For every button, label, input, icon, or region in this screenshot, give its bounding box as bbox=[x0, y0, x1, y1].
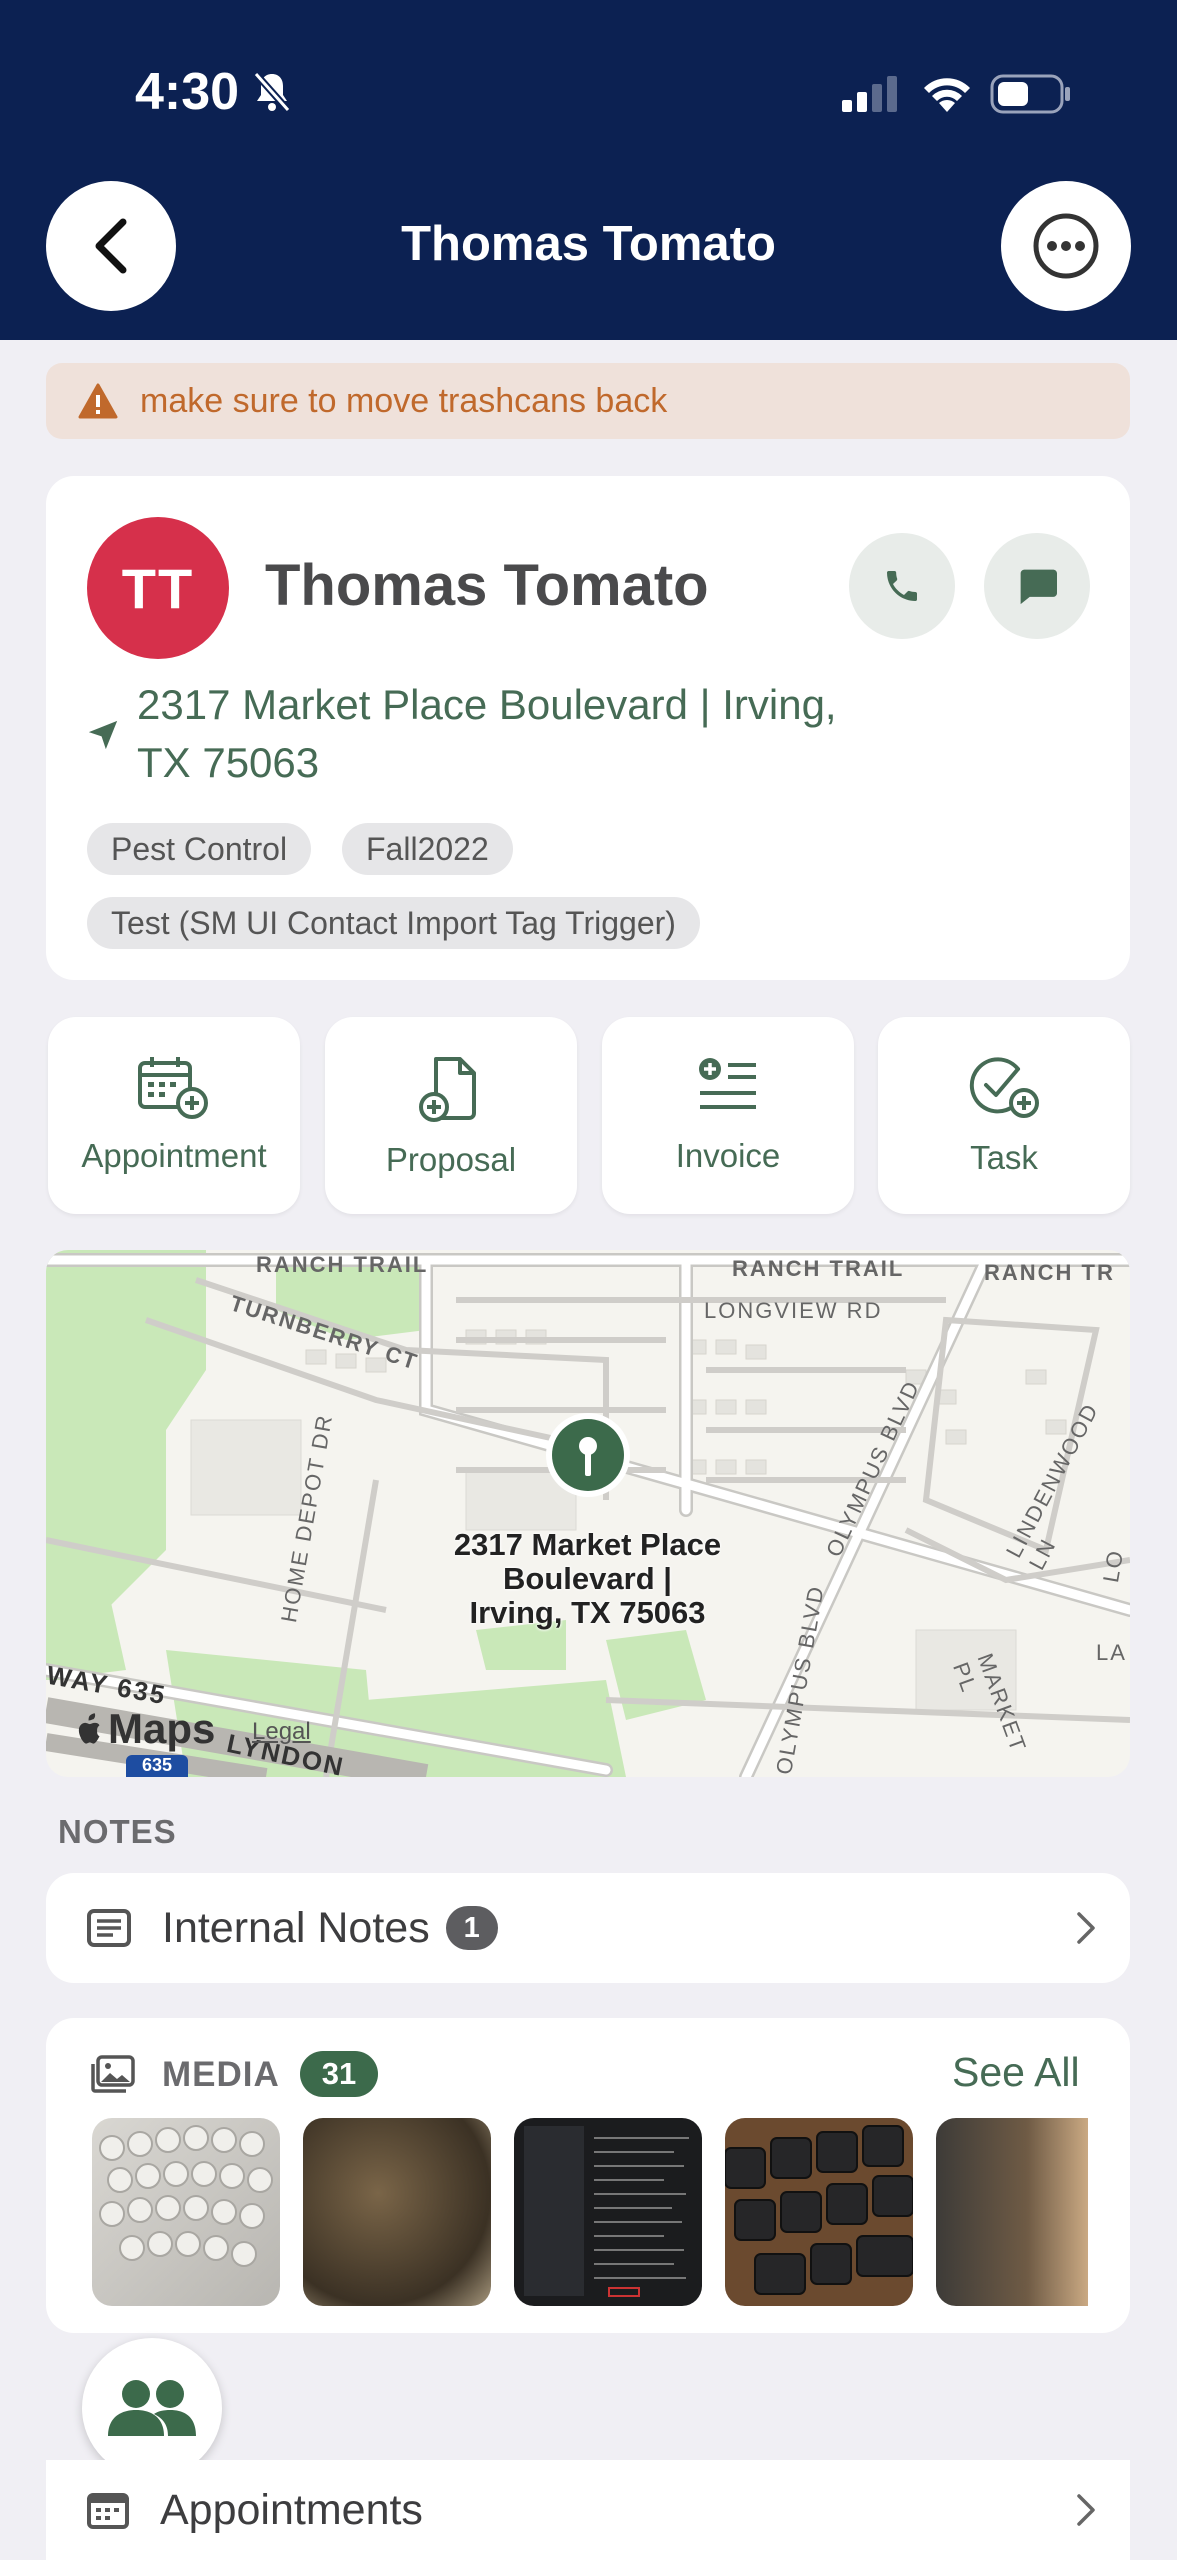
appointments-label: Appointments bbox=[160, 2485, 423, 2534]
new-appointment-button[interactable]: Appointment bbox=[48, 1017, 300, 1214]
wifi-icon bbox=[924, 78, 970, 112]
status-time: 4:30 bbox=[135, 63, 240, 121]
media-thumbnail[interactable] bbox=[92, 2118, 280, 2306]
notes-icon bbox=[87, 1909, 131, 1947]
tag-test-import: Test (SM UI Contact Import Tag Trigger) bbox=[87, 897, 700, 949]
action-label-proposal: Proposal bbox=[385, 1141, 517, 1178]
apple-maps-logo: Maps bbox=[76, 1705, 215, 1753]
street-label: RANCH TRAIL bbox=[256, 1252, 429, 1277]
ellipsis-circle-icon bbox=[1033, 213, 1099, 279]
action-label-invoice: Invoice bbox=[675, 1137, 781, 1174]
internal-notes-label: Internal Notes bbox=[162, 1903, 430, 1952]
tag-fall2022: Fall2022 bbox=[342, 823, 513, 875]
new-proposal-button[interactable]: Proposal bbox=[325, 1017, 577, 1214]
media-thumbnail[interactable] bbox=[514, 2118, 702, 2306]
alert-text: make sure to move trashcans back bbox=[140, 381, 668, 420]
media-count-badge: 31 bbox=[300, 2051, 378, 2097]
tag-pest-control: Pest Control bbox=[87, 823, 312, 875]
calendar-add-icon bbox=[138, 1057, 208, 1119]
message-bubble-icon bbox=[1020, 569, 1057, 605]
app-header bbox=[0, 0, 1177, 340]
new-invoice-button[interactable]: Invoice bbox=[602, 1017, 854, 1214]
more-options-button[interactable] bbox=[1001, 181, 1131, 311]
media-thumbnail[interactable] bbox=[725, 2118, 913, 2306]
calendar-icon bbox=[87, 2493, 129, 2529]
new-task-button[interactable]: Task bbox=[878, 1017, 1130, 1214]
battery-icon bbox=[990, 74, 1070, 114]
address-line-1: 2317 Market Place Boulevard | Irving, bbox=[137, 681, 837, 728]
phone-icon bbox=[887, 571, 917, 601]
street-label: RANCH TR bbox=[984, 1260, 1115, 1285]
contacts-fab-button[interactable] bbox=[82, 2338, 222, 2478]
chevron-right-icon bbox=[1077, 2494, 1095, 2526]
warning-icon bbox=[78, 383, 118, 419]
location-map[interactable]: RANCH TRAIL RANCH TRAIL RANCH TR LONGVIE… bbox=[46, 1250, 1130, 1777]
street-label: LA bbox=[1096, 1640, 1127, 1665]
cellular-signal-icon bbox=[842, 76, 897, 112]
action-label-appointment: Appointment bbox=[81, 1137, 267, 1174]
map-pin-label: 2317 Market Place Boulevard | Irving, TX… bbox=[420, 1528, 755, 1630]
see-all-media-link[interactable]: See All bbox=[952, 2049, 1080, 2096]
thumbnail-keycaps-photo bbox=[725, 2125, 913, 2295]
internal-notes-row[interactable]: Internal Notes 1 bbox=[46, 1873, 1130, 1983]
pin-label-line: 2317 Market Place bbox=[453, 1527, 722, 1562]
avatar: TT bbox=[87, 517, 229, 659]
chevron-right-icon bbox=[1077, 1912, 1095, 1944]
pin-label-line: Boulevard | bbox=[503, 1561, 672, 1596]
task-check-icon bbox=[969, 1057, 1039, 1118]
appointments-row[interactable]: Appointments bbox=[46, 2460, 1130, 2560]
action-label-task: Task bbox=[970, 1139, 1038, 1176]
contact-alert-banner: make sure to move trashcans back bbox=[46, 363, 1130, 439]
street-label: RANCH TRAIL bbox=[732, 1256, 905, 1281]
document-add-icon bbox=[419, 1057, 476, 1122]
apple-logo-icon bbox=[78, 1713, 100, 1744]
notes-section-heading: NOTES bbox=[58, 1813, 177, 1850]
bell-muted-icon bbox=[253, 71, 291, 113]
media-section-title: MEDIA bbox=[162, 2055, 280, 2094]
pin-label-line: Irving, TX 75063 bbox=[469, 1595, 706, 1630]
media-thumbnail[interactable] bbox=[936, 2118, 1088, 2306]
media-thumbnail[interactable] bbox=[303, 2118, 491, 2306]
photo-library-icon bbox=[91, 2055, 135, 2093]
highway-shield: 635 bbox=[126, 1755, 188, 1777]
contact-name: Thomas Tomato bbox=[265, 553, 709, 618]
contact-address[interactable]: 2317 Market Place Boulevard | Irving, TX… bbox=[137, 676, 957, 792]
call-button[interactable] bbox=[849, 533, 955, 639]
street-label: LONGVIEW RD bbox=[704, 1298, 883, 1323]
location-arrow-icon bbox=[88, 720, 118, 750]
maps-logo-text: Maps bbox=[108, 1705, 216, 1752]
thumbnail-keyboard-photo bbox=[99, 2125, 273, 2267]
message-button[interactable] bbox=[984, 533, 1090, 639]
people-group-icon bbox=[108, 2380, 196, 2436]
map-legal-link[interactable]: Legal bbox=[252, 1718, 311, 1746]
invoice-add-icon bbox=[699, 1058, 756, 1109]
address-line-2: TX 75063 bbox=[137, 739, 320, 786]
thumbnail-screen-photo bbox=[524, 2126, 689, 2297]
internal-notes-count-badge: 1 bbox=[445, 1906, 498, 1950]
